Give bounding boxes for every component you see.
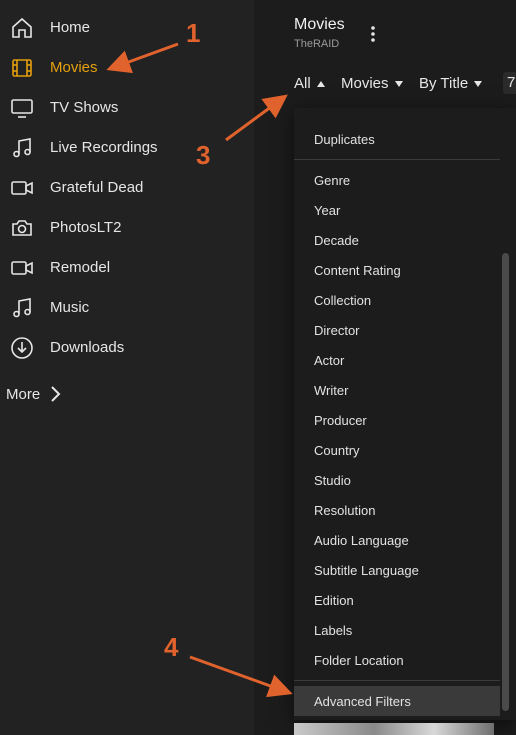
sidebar-item-label: Movies: [50, 59, 98, 76]
sidebar-item-live-recordings[interactable]: Live Recordings: [0, 128, 254, 168]
sidebar-item-photoslt2[interactable]: PhotosLT2: [0, 208, 254, 248]
menu-item-duplicates[interactable]: Duplicates: [314, 132, 375, 147]
menu-item-actor[interactable]: Actor: [314, 353, 344, 368]
sidebar-item-movies[interactable]: Movies: [0, 48, 254, 88]
item-count: 7: [503, 72, 516, 94]
music-note-icon: [10, 136, 34, 160]
sidebar-item-label: Home: [50, 19, 91, 36]
movie-thumbnail[interactable]: [294, 723, 494, 735]
annotation-number: 1: [186, 18, 201, 48]
chevron-right-icon: [51, 386, 61, 402]
filter-dropdown-menu: Duplicates Genre Year Decade Content Rat…: [294, 108, 516, 720]
sidebar-item-label: Live Recordings: [50, 139, 158, 156]
sidebar-item-label: Music: [50, 299, 90, 316]
more-button[interactable]: More: [6, 382, 62, 406]
dropdown-scrollbar[interactable]: [502, 253, 509, 711]
more-options-icon[interactable]: [364, 22, 382, 46]
sort-label: By Title: [419, 75, 469, 92]
menu-item-audio-language[interactable]: Audio Language: [314, 533, 409, 548]
menu-item-collection[interactable]: Collection: [314, 293, 371, 308]
menu-item-writer[interactable]: Writer: [314, 383, 348, 398]
home-icon: [10, 16, 34, 40]
video-camera-icon: [10, 176, 34, 200]
sidebar-item-home[interactable]: Home: [0, 8, 254, 48]
film-icon: [10, 56, 34, 80]
menu-item-director[interactable]: Director: [314, 323, 360, 338]
menu-item-year[interactable]: Year: [314, 203, 340, 218]
type-label: Movies: [341, 75, 389, 92]
menu-item-advanced-filters[interactable]: Advanced Filters: [314, 694, 411, 709]
menu-item-producer[interactable]: Producer: [314, 413, 367, 428]
menu-item-subtitle-language[interactable]: Subtitle Language: [314, 563, 419, 578]
camera-icon: [10, 216, 34, 240]
menu-item-edition[interactable]: Edition: [314, 593, 354, 608]
filter-all-dropdown[interactable]: All: [294, 75, 325, 92]
divider: [294, 159, 500, 160]
menu-item-genre[interactable]: Genre: [314, 173, 350, 188]
menu-item-folder-location[interactable]: Folder Location: [314, 653, 404, 668]
sidebar-item-label: Downloads: [50, 339, 125, 356]
sidebar-item-tv-shows[interactable]: TV Shows: [0, 88, 254, 128]
divider: [294, 680, 500, 681]
sidebar-item-label: PhotosLT2: [50, 219, 122, 236]
menu-item-labels[interactable]: Labels: [314, 623, 352, 638]
annotation-number: 4: [164, 632, 179, 662]
sidebar: Home Movies TV Shows Live Recordings Gra…: [0, 0, 254, 735]
server-name: TheRAID: [294, 38, 340, 50]
sort-dropdown[interactable]: By Title: [419, 75, 483, 92]
music-note-icon: [10, 296, 34, 320]
menu-item-decade[interactable]: Decade: [314, 233, 359, 248]
sidebar-item-label: TV Shows: [50, 99, 119, 116]
sidebar-item-label: Remodel: [50, 259, 111, 276]
annotation-number: 3: [196, 140, 211, 170]
sidebar-item-remodel[interactable]: Remodel: [0, 248, 254, 288]
sidebar-item-music[interactable]: Music: [0, 288, 254, 328]
more-label: More: [6, 385, 41, 403]
menu-item-country[interactable]: Country: [314, 443, 360, 458]
menu-item-resolution[interactable]: Resolution: [314, 503, 375, 518]
caret-down-icon: [474, 80, 483, 87]
filter-all-label: All: [294, 75, 311, 92]
sidebar-item-grateful-dead[interactable]: Grateful Dead: [0, 168, 254, 208]
tv-icon: [10, 96, 34, 120]
sidebar-item-downloads[interactable]: Downloads: [0, 328, 254, 368]
video-camera-icon: [10, 256, 34, 280]
sidebar-item-label: Grateful Dead: [50, 179, 144, 196]
type-dropdown[interactable]: Movies: [341, 75, 403, 92]
download-icon: [10, 336, 34, 360]
caret-up-icon: [316, 80, 325, 87]
menu-item-content-rating[interactable]: Content Rating: [314, 263, 401, 278]
caret-down-icon: [394, 80, 403, 87]
page-title: Movies: [294, 16, 345, 33]
menu-item-studio[interactable]: Studio: [314, 473, 351, 488]
